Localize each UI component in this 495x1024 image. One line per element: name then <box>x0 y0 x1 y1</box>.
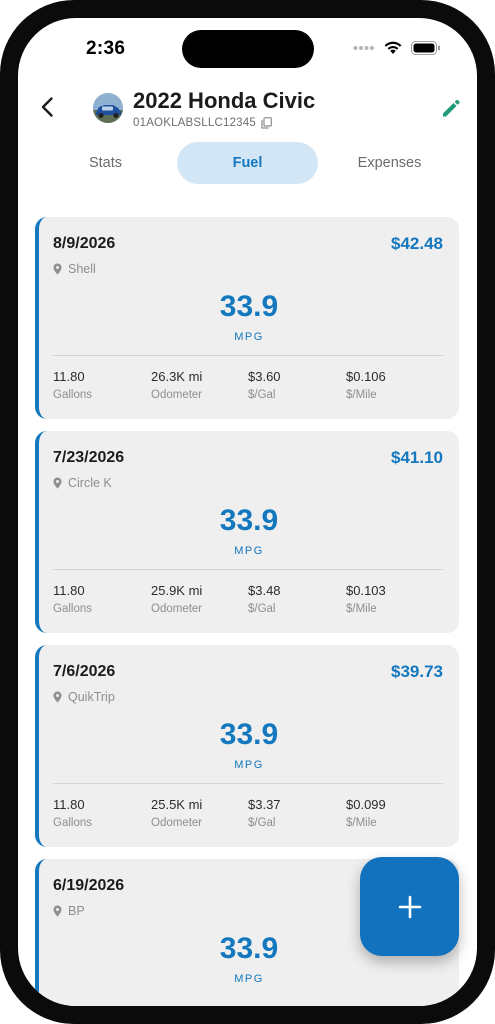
stat-label: $/Gal <box>248 603 276 615</box>
stat-gallons: 11.80 Gallons <box>53 797 92 829</box>
stat-value: $0.106 <box>346 369 386 384</box>
entry-date: 7/23/2026 <box>53 449 125 466</box>
mpg-label: MPG <box>234 545 264 557</box>
stat-value: $0.103 <box>346 583 386 598</box>
stat-cost-per-mile: $0.103 $/Mile <box>346 583 386 615</box>
stat-label: $/Mile <box>346 603 377 615</box>
stat-value: $0.099 <box>346 797 386 812</box>
stat-label: $/Gal <box>248 817 276 829</box>
stat-label: Gallons <box>53 389 92 401</box>
stat-value: 25.5K mi <box>151 797 203 812</box>
stat-value: 11.80 <box>53 369 85 384</box>
stat-value: 25.9K mi <box>151 583 203 598</box>
mpg-label: MPG <box>234 331 264 343</box>
station-name: Shell <box>68 262 96 276</box>
fuel-entry-card[interactable]: 7/23/2026 $41.10 Circle K 33.9 MPG 11.80… <box>35 431 459 633</box>
stat-gallons: 11.80 Gallons <box>53 583 92 615</box>
stat-odometer: 25.5K mi Odometer <box>151 797 202 829</box>
entry-total-cost: $42.48 <box>391 234 443 253</box>
entry-station: QuikTrip <box>53 690 115 704</box>
location-pin-icon <box>53 905 62 917</box>
entry-date: 7/6/2026 <box>53 663 116 680</box>
stat-price-per-gallon: $3.37 $/Gal <box>248 797 281 829</box>
stat-label: $/Mile <box>346 817 377 829</box>
volume-down-button <box>0 350 1 424</box>
stat-label: Gallons <box>53 603 92 615</box>
location-pin-icon <box>53 263 62 275</box>
station-name: BP <box>68 904 85 918</box>
location-pin-icon <box>53 477 62 489</box>
phone-frame: 2:36 2022 Honda Civic 01AOKLABSLLC12345 … <box>0 0 495 1024</box>
stat-value: 11.80 <box>53 583 85 598</box>
stat-label: Odometer <box>151 389 203 401</box>
entry-date: 6/19/2026 <box>53 877 125 894</box>
station-name: Circle K <box>68 476 112 490</box>
fuel-entry-card[interactable]: 7/6/2026 $39.73 QuikTrip 33.9 MPG 11.80 … <box>35 645 459 847</box>
stat-price-per-gallon: $3.48 $/Gal <box>248 583 281 615</box>
action-button <box>0 193 1 231</box>
stat-value: $3.37 <box>248 797 281 812</box>
stat-gallons: 11.80 Gallons <box>53 369 92 401</box>
mpg-label: MPG <box>234 973 264 985</box>
stat-odometer: 26.3K mi Odometer <box>151 369 202 401</box>
stat-odometer: 25.9K mi Odometer <box>151 583 202 615</box>
stat-label: Odometer <box>151 603 203 615</box>
location-pin-icon <box>53 691 62 703</box>
app-screen: 2:36 2022 Honda Civic 01AOKLABSLLC12345 … <box>18 18 477 1006</box>
mpg-value: 33.9 <box>219 290 279 323</box>
stat-cost-per-mile: $0.099 $/Mile <box>346 797 386 829</box>
stat-value: $3.60 <box>248 369 281 384</box>
plus-icon <box>398 895 421 918</box>
entry-station: BP <box>53 904 85 918</box>
stat-value: $3.48 <box>248 583 281 598</box>
entry-total-cost: $39.73 <box>391 662 443 681</box>
stat-label: Odometer <box>151 817 203 829</box>
stat-price-per-gallon: $3.60 $/Gal <box>248 369 281 401</box>
card-divider <box>53 569 443 570</box>
entry-total-cost: $41.10 <box>391 448 443 467</box>
stat-value: 26.3K mi <box>151 369 203 384</box>
fuel-entry-card[interactable]: 8/9/2026 $42.48 Shell 33.9 MPG 11.80 Gal… <box>35 217 459 419</box>
add-fuel-entry-button[interactable] <box>360 857 459 956</box>
stat-value: 11.80 <box>53 797 85 812</box>
card-divider <box>53 783 443 784</box>
volume-up-button <box>0 262 1 336</box>
station-name: QuikTrip <box>68 690 115 704</box>
stat-cost-per-mile: $0.106 $/Mile <box>346 369 386 401</box>
stat-label: $/Gal <box>248 389 276 401</box>
entry-station: Shell <box>53 262 96 276</box>
stat-label: $/Mile <box>346 389 377 401</box>
mpg-value: 33.9 <box>219 504 279 537</box>
mpg-label: MPG <box>234 759 264 771</box>
stat-label: Gallons <box>53 817 92 829</box>
entry-date: 8/9/2026 <box>53 235 116 252</box>
mpg-value: 33.9 <box>219 718 279 751</box>
entry-station: Circle K <box>53 476 112 490</box>
card-divider <box>53 355 443 356</box>
